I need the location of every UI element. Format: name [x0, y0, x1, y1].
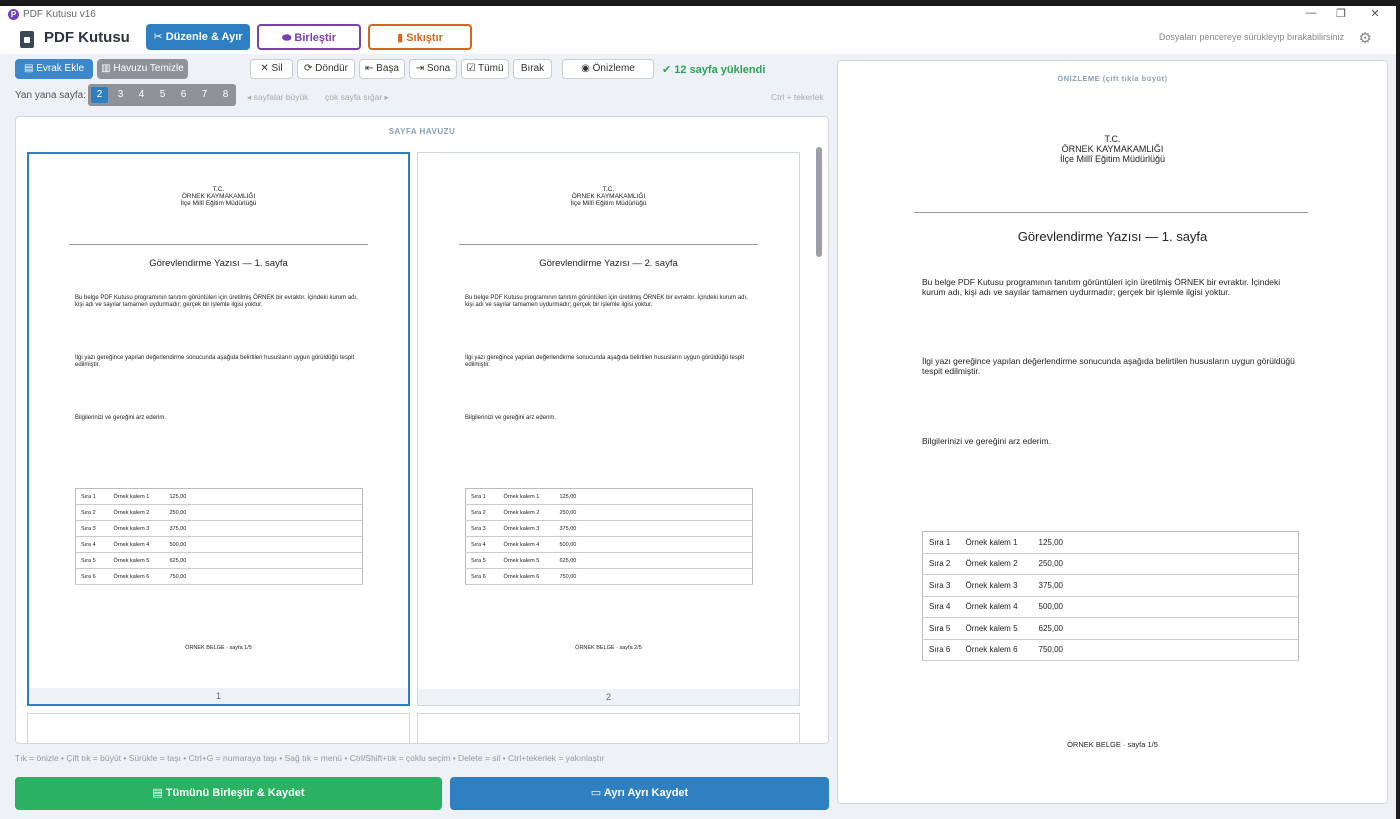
rotate-button[interactable]: ⟳ Döndür	[297, 59, 355, 79]
doc-paragraph-3: Bilgilerinizi ve gereğini arz ederim.	[465, 415, 557, 421]
loaded-status: ✔ 12 sayfa yüklendi	[662, 64, 766, 76]
columns-selector: 2 3 4 5 6 7 8	[88, 84, 236, 106]
page-thumbnail-2[interactable]: T.C. ÖRNEK KAYMAKAMLIĞI İlçe Millî Eğiti…	[417, 152, 800, 706]
doc-title: Görevlendirme Yazısı — 1. sayfa	[1017, 229, 1208, 244]
move-to-start-button[interactable]: ⇤ Başa	[359, 59, 405, 79]
doc-header-line-3: İlçe Millî Eğitim Müdürlüğü	[180, 200, 257, 207]
preview-page: T.C. ÖRNEK KAYMAKAMLIĞI İlçe Millî Eğiti…	[838, 61, 1387, 803]
page-content: T.C. ÖRNEK KAYMAKAMLIĞI İlçe Millî Eğiti…	[418, 153, 799, 705]
shortcut-hints: Tık = önizle • Çift tık = büyüt • Sürükl…	[15, 753, 605, 763]
page-content: T.C. ÖRNEK KAYMAKAMLIĞI İlçe Millî Eğiti…	[29, 154, 408, 704]
doc-title: Görevlendirme Yazısı — 2. sayfa	[539, 258, 678, 269]
doc-paragraph-2: İlgi yazı gereğince yapılan değerlendirm…	[922, 356, 1295, 376]
doc-header-line-1: T.C.	[212, 186, 225, 193]
left-panel: ▤ Evrak Ekle ▥ Havuzu Temizle ✕ Sil ⟳ Dö…	[0, 54, 836, 819]
drop-hint: Dosyaları pencereye sürükleyip bırakabil…	[1158, 32, 1344, 42]
doc-header-line-3: İlçe Millî Eğitim Müdürlüğü	[570, 200, 647, 207]
save-separately-button[interactable]: ▭ Ayrı Ayrı Kaydet	[450, 777, 829, 810]
doc-header-line-1: T.C.	[1104, 134, 1121, 144]
merge-all-save-button[interactable]: ▤ Tümünü Birleştir & Kaydet	[15, 777, 442, 810]
doc-paragraph-3: Bilgilerinizi ve gereğini arz ederim.	[922, 436, 1051, 446]
delete-button[interactable]: ✕ Sil	[250, 59, 293, 79]
page-number-label: 2	[418, 689, 799, 705]
clear-pool-button[interactable]: ▥ Havuzu Temizle	[97, 59, 188, 79]
app-logo-icon	[20, 31, 34, 48]
preview-toggle-button[interactable]: ◉ Önizleme	[562, 59, 654, 79]
doc-paragraph-1: Bu belge PDF Kutusu programının tanıtım …	[922, 277, 1281, 297]
hint-pages-big: ◂ sayfalar büyük	[247, 92, 309, 102]
doc-footer: ÖRNEK BELGE · sayfa 1/5	[1067, 740, 1158, 749]
doc-header-line-1: T.C.	[602, 186, 615, 193]
doc-paragraph-2: İlgi yazı gereğince yapılan değerlendirm…	[75, 355, 355, 368]
columns-option-4[interactable]: 4	[133, 87, 150, 103]
page-thumbnail-4[interactable]	[417, 713, 800, 743]
doc-divider	[69, 244, 368, 245]
close-button[interactable]: ✕	[1360, 7, 1390, 20]
doc-paragraph-2: İlgi yazı gereğince yapılan değerlendirm…	[465, 355, 745, 368]
doc-table: Sıra 1 Örnek kalem 1 125,00 Sıra 2 Örnek ka…	[922, 531, 1299, 661]
columns-option-6[interactable]: 6	[175, 87, 192, 103]
hint-ctrl-wheel: Ctrl + tekerlek	[771, 92, 824, 102]
doc-divider	[914, 212, 1308, 213]
page-pool[interactable]: SAYFA HAVUZU T.C. ÖRNEK KAYMAKAMLIĞI İlç…	[15, 116, 829, 744]
deselect-button[interactable]: Bırak	[513, 59, 552, 79]
select-all-button[interactable]: ☑ Tümü	[461, 59, 509, 79]
columns-option-2[interactable]: 2	[91, 87, 108, 103]
doc-footer: ÖRNEK BELGE · sayfa 1/5	[185, 645, 252, 651]
window-title: PDF Kutusu v16	[23, 9, 96, 20]
page-thumbnail-1[interactable]: T.C. ÖRNEK KAYMAKAMLIĞI İlçe Millî Eğiti…	[27, 152, 410, 706]
app-window: P PDF Kutusu v16 — ❐ ✕ PDF Kutusu ✂ Düze…	[0, 6, 1396, 819]
doc-table: Sıra 1 Örnek kalem 1 125,00 Sıra 2 Örnek ka…	[75, 488, 363, 585]
columns-option-7[interactable]: 7	[196, 87, 213, 103]
add-document-button[interactable]: ▤ Evrak Ekle	[15, 59, 93, 79]
doc-header-line-2: ÖRNEK KAYMAKAMLIĞI	[1061, 144, 1164, 154]
columns-option-8[interactable]: 8	[217, 87, 234, 103]
columns-option-3[interactable]: 3	[112, 87, 129, 103]
app-badge-icon: P	[8, 9, 19, 20]
hint-pages-small: çok sayfa sığar ▸	[325, 92, 389, 102]
doc-paragraph-3: Bilgilerinizi ve gereğini arz ederim.	[75, 415, 167, 421]
app-header: PDF Kutusu ✂ Düzenle & Ayır ⬬ Birleştir …	[0, 24, 1396, 54]
page-number-label: 1	[29, 688, 408, 704]
pool-scrollbar[interactable]	[816, 147, 822, 257]
app-name: PDF Kutusu	[44, 29, 130, 46]
doc-title: Görevlendirme Yazısı — 1. sayfa	[149, 258, 288, 269]
page-thumbnail-3[interactable]	[27, 713, 410, 743]
minimize-button[interactable]: —	[1296, 7, 1326, 19]
doc-table: Sıra 1 Örnek kalem 1 125,00 Sıra 2 Örnek ka…	[465, 488, 753, 585]
gear-icon[interactable]: ⚙	[1359, 29, 1372, 47]
tab-merge[interactable]: ⬬ Birleştir	[257, 24, 361, 50]
tab-compress[interactable]: ▮ Sıkıştır	[368, 24, 472, 50]
restore-button[interactable]: ❐	[1326, 7, 1356, 20]
doc-header-line-2: ÖRNEK KAYMAKAMLIĞI	[571, 193, 646, 200]
columns-label: Yan yana sayfa:	[15, 90, 86, 101]
doc-header-line-2: ÖRNEK KAYMAKAMLIĞI	[181, 193, 256, 200]
tab-edit-split[interactable]: ✂ Düzenle & Ayır	[146, 24, 250, 50]
doc-paragraph-1: Bu belge PDF Kutusu programının tanıtım …	[465, 295, 748, 308]
doc-paragraph-1: Bu belge PDF Kutusu programının tanıtım …	[75, 295, 358, 308]
doc-header-line-3: İlçe Millî Eğitim Müdürlüğü	[1059, 154, 1166, 164]
move-to-end-button[interactable]: ⇥ Sona	[409, 59, 457, 79]
pool-title: SAYFA HAVUZU	[388, 127, 456, 136]
title-bar: P PDF Kutusu v16 — ❐ ✕	[0, 6, 1396, 24]
columns-option-5[interactable]: 5	[154, 87, 171, 103]
doc-footer: ÖRNEK BELGE · sayfa 2/5	[575, 645, 642, 651]
doc-divider	[459, 244, 758, 245]
preview-panel[interactable]: ÖNİZLEME (çift tıkla büyüt) T.C. ÖRNEK K…	[837, 60, 1388, 804]
